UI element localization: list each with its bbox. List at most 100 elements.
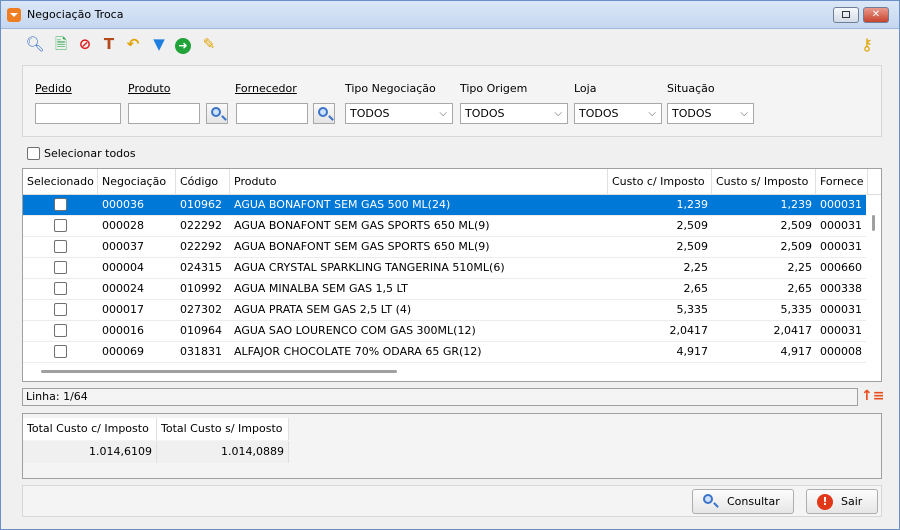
cancel-icon[interactable]: ⊘ [75,34,95,54]
loja-label: Loja [574,82,597,95]
column-header-selecionado[interactable]: Selecionado [23,169,98,195]
row-checkbox[interactable] [54,261,67,274]
produto-cell: AGUA BONAFONT SEM GAS 500 ML(24) [234,198,451,211]
produto-input[interactable] [128,103,200,124]
custo-s-imposto-cell: 5,335 [780,303,813,316]
search-icon [703,494,719,510]
negociacao-cell: 000017 [102,303,144,316]
custo-s-imposto-cell: 2,509 [780,219,813,232]
sair-label: Sair [841,495,863,508]
grid-header: Selecionado Negociação Código Produto Cu… [23,169,881,195]
fornecedor-cell: 000660 [820,261,862,274]
custo-s-imposto-cell: 2,25 [787,261,813,274]
totals-panel: Total Custo c/ Imposto Total Custo s/ Im… [22,413,882,479]
new-document-icon[interactable]: 🗎︎ [51,34,71,54]
negociacao-cell: 000036 [102,198,144,211]
chevron-down-icon: ⌵ [439,108,447,119]
key-icon[interactable]: ⚷ [857,35,877,55]
custo-s-imposto-cell: 2,65 [787,282,813,295]
fornecedor-search-button[interactable] [313,103,335,124]
custo-c-imposto-cell: 2,509 [676,219,709,232]
fornecedor-cell: 000031 [820,198,862,211]
tipo-negociacao-select[interactable]: TODOS ⌵ [345,103,453,124]
fornecedor-input[interactable] [236,103,308,124]
column-header-negociacao[interactable]: Negociação [98,169,176,195]
total-custo-c-label: Total Custo c/ Imposto [23,418,157,440]
table-row[interactable]: 000036 010962 AGUA BONAFONT SEM GAS 500 ML… [23,195,866,216]
row-status-bar: Linha: 1/64 [22,388,858,406]
chevron-down-icon: ⌵ [554,108,562,119]
row-checkbox[interactable] [54,240,67,253]
custo-c-imposto-cell: 4,917 [676,345,709,358]
row-checkbox[interactable] [54,198,67,211]
tools-icon[interactable]: T [99,34,119,54]
search-icon [211,107,221,117]
fornecedor-cell: 000338 [820,282,862,295]
codigo-cell: 010964 [180,324,222,337]
custo-c-imposto-cell: 2,65 [683,282,709,295]
table-row[interactable]: 000004 024315 AGUA CRYSTAL SPARKLING TANGE… [23,258,866,279]
table-row[interactable]: 000028 022292 AGUA BONAFONT SEM GAS SPORTS… [23,216,866,237]
produto-cell: ALFAJOR CHOCOLATE 70% ODARA 65 GR(12) [234,345,482,358]
consultar-button[interactable]: Consultar [692,489,794,514]
custo-c-imposto-cell: 2,509 [676,240,709,253]
search-icon [318,107,328,117]
table-row[interactable]: 000016 010964 AGUA SAO LOURENCO COM GAS 30… [23,321,866,342]
row-checkbox[interactable] [54,219,67,232]
tipo-origem-select[interactable]: TODOS ⌵ [460,103,568,124]
title-bar: Negociação Troca ✕ [1,1,899,29]
edit-icon[interactable]: ✎ [199,34,219,54]
consultar-label: Consultar [727,495,780,508]
row-checkbox[interactable] [54,324,67,337]
table-row[interactable]: 000069 031831 ALFAJOR CHOCOLATE 70% ODARA … [23,342,866,363]
loja-value: TODOS [579,107,619,120]
column-header-fornecedor[interactable]: Fornece [816,169,868,195]
exit-icon: ! [817,494,833,510]
row-checkbox[interactable] [54,345,67,358]
filter-panel: Pedido Produto Fornecedor Tipo Negociaçã… [22,65,882,137]
negociacao-troca-window: Negociação Troca ✕ 🔍︎ 🗎︎ ⊘ T ↶ ▼ ➜ ✎ ⚷ P… [0,0,900,530]
checkbox[interactable] [27,146,40,160]
table-row[interactable]: 000037 022292 AGUA BONAFONT SEM GAS SPORTS… [23,237,866,258]
fornecedor-cell: 000031 [820,303,862,316]
table-row[interactable]: 000024 010992 AGUA MINALBA SEM GAS 1,5 LT 2… [23,279,866,300]
negociacao-cell: 000016 [102,324,144,337]
column-header-custo-s-imposto[interactable]: Custo s/ Imposto [712,169,816,195]
situacao-label: Situação [667,82,715,95]
sort-icon[interactable]: ↑≡ [861,388,884,406]
pedido-input[interactable] [35,103,121,124]
sair-button[interactable]: ! Sair [806,489,878,514]
situacao-select[interactable]: TODOS ⌵ [667,103,754,124]
column-header-custo-c-imposto[interactable]: Custo c/ Imposto [608,169,712,195]
go-icon[interactable]: ➜ [173,34,193,54]
codigo-cell: 022292 [180,219,222,232]
fornecedor-cell: 000031 [820,219,862,232]
close-button[interactable]: ✕ [863,7,889,23]
vertical-scrollbar[interactable] [872,215,875,231]
loja-select[interactable]: TODOS ⌵ [574,103,662,124]
fornecedor-cell: 000031 [820,240,862,253]
restore-button[interactable] [833,7,859,23]
select-all-label: Selecionar todos [44,147,136,160]
row-checkbox[interactable] [54,282,67,295]
fornecedor-cell: 000008 [820,345,862,358]
filter-icon[interactable]: ▼ [149,34,169,54]
negociacao-cell: 000004 [102,261,144,274]
fornecedor-cell: 000031 [820,324,862,337]
produto-cell: AGUA BONAFONT SEM GAS SPORTS 650 ML(9) [234,219,490,232]
search-icon[interactable]: 🔍︎ [25,34,45,54]
table-row[interactable]: 000017 027302 AGUA PRATA SEM GAS 2,5 LT (4… [23,300,866,321]
codigo-cell: 022292 [180,240,222,253]
select-all-checkbox[interactable]: Selecionar todos [27,146,136,162]
app-icon [7,8,21,22]
negociacao-cell: 000037 [102,240,144,253]
undo-icon[interactable]: ↶ [123,34,143,54]
row-checkbox[interactable] [54,303,67,316]
column-header-produto[interactable]: Produto [230,169,608,195]
column-header-codigo[interactable]: Código [176,169,230,195]
produto-cell: AGUA BONAFONT SEM GAS SPORTS 650 ML(9) [234,240,490,253]
codigo-cell: 010962 [180,198,222,211]
horizontal-scrollbar[interactable] [41,370,397,373]
restore-icon [842,11,850,18]
produto-search-button[interactable] [206,103,228,124]
